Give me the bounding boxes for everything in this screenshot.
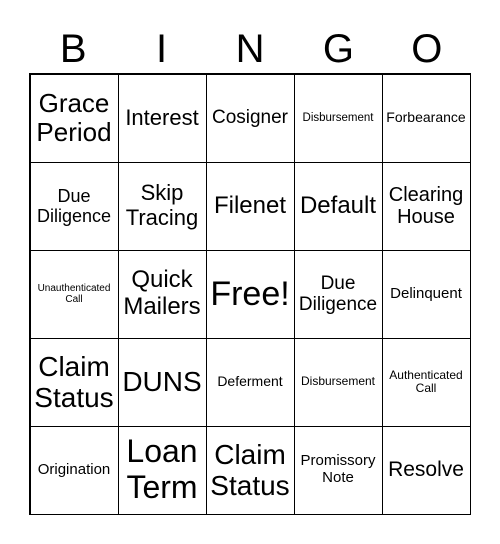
bingo-cell[interactable]: Quick Mailers — [117, 249, 207, 339]
bingo-cell[interactable]: Claim Status — [29, 337, 119, 427]
cell-text: Promissory Note — [300, 452, 376, 486]
cell-text: Interest — [125, 104, 199, 130]
bingo-cell[interactable]: Authenticated Call — [381, 337, 471, 427]
cell-text: Forbearance — [386, 109, 466, 126]
bingo-cell[interactable]: Due Diligence — [293, 249, 383, 339]
bingo-cell[interactable]: Free! — [205, 249, 295, 339]
cell-text: Due Diligence — [36, 185, 112, 226]
bingo-cell[interactable]: Cosigner — [205, 73, 295, 163]
cell-text: Skip Tracing — [125, 180, 199, 230]
bingo-header: BINGO — [29, 26, 471, 72]
cell-text: Unauthenticated Call — [37, 282, 111, 305]
bingo-cell[interactable]: Filenet — [205, 161, 295, 251]
bingo-cell[interactable]: Interest — [117, 73, 207, 163]
cell-text: Cosigner — [211, 107, 289, 129]
cell-text: Quick Mailers — [123, 266, 201, 320]
cell-text: Delinquent — [390, 284, 462, 302]
bingo-cell[interactable]: Resolve — [381, 425, 471, 515]
cell-text: Disbursement — [300, 374, 376, 389]
cell-text: Due Diligence — [298, 272, 378, 315]
header-letter: G — [322, 27, 354, 71]
header-letter: O — [411, 27, 443, 71]
bingo-cell[interactable]: Due Diligence — [29, 161, 119, 251]
bingo-cell[interactable]: Delinquent — [381, 249, 471, 339]
bingo-cell[interactable]: Skip Tracing — [117, 161, 207, 251]
cell-text: Claim Status — [210, 438, 290, 501]
cell-text: Clearing House — [388, 183, 464, 228]
header-letter: B — [59, 27, 87, 71]
header-letter: N — [235, 27, 265, 71]
bingo-cell[interactable]: Claim Status — [205, 425, 295, 515]
bingo-cell[interactable]: DUNS — [117, 337, 207, 427]
cell-text: Grace Period — [36, 87, 112, 147]
cell-text: Loan Term — [126, 433, 198, 505]
cell-text: Claim Status — [34, 350, 114, 413]
bingo-cell[interactable]: Disbursement — [293, 73, 383, 163]
cell-text: Deferment — [217, 373, 283, 390]
cell-text: Resolve — [388, 458, 464, 482]
cell-text: Free! — [210, 274, 290, 313]
bingo-cell[interactable]: Disbursement — [293, 337, 383, 427]
bingo-cell[interactable]: Forbearance — [381, 73, 471, 163]
cell-text: Authenticated Call — [389, 367, 463, 395]
cell-text: Disbursement — [302, 111, 374, 124]
bingo-cell[interactable]: Default — [293, 161, 383, 251]
bingo-cell[interactable]: Deferment — [205, 337, 295, 427]
bingo-cell[interactable]: Grace Period — [29, 73, 119, 163]
bingo-card: Grace Period Interest Cosigner Disbursement… — [29, 73, 471, 515]
bingo-cell[interactable]: Origination — [29, 425, 119, 515]
cell-text: Origination — [37, 460, 111, 478]
header-letter: I — [156, 27, 168, 71]
cell-text: Default — [299, 191, 377, 219]
cell-text: Filenet — [213, 191, 287, 219]
bingo-cell[interactable]: Loan Term — [117, 425, 207, 515]
cell-text: DUNS — [122, 366, 202, 398]
bingo-cell[interactable]: Clearing House — [381, 161, 471, 251]
bingo-cell[interactable]: Unauthenticated Call — [29, 249, 119, 339]
bingo-cell[interactable]: Promissory Note — [293, 425, 383, 515]
